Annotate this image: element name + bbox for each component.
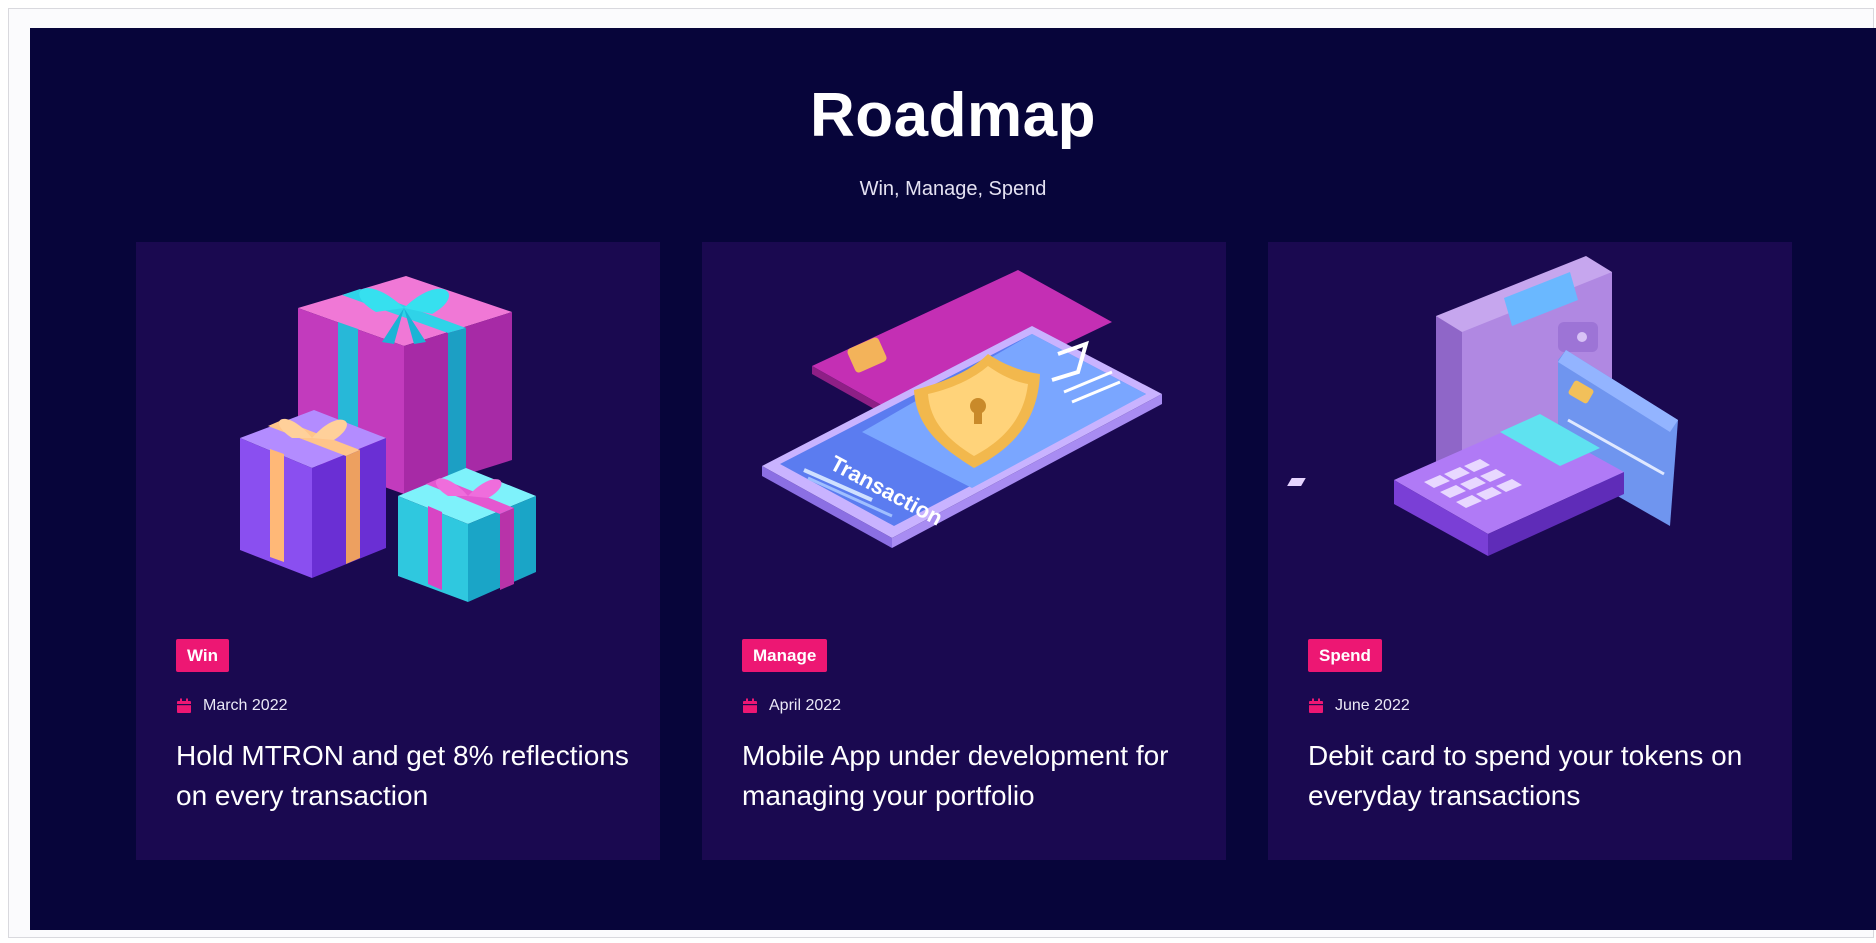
wallet-card-calculator-illustration bbox=[1268, 242, 1792, 632]
card-date-text: March 2022 bbox=[203, 697, 288, 714]
calendar-icon bbox=[742, 698, 758, 714]
roadmap-section: Roadmap Win, Manage, Spend Win March 202… bbox=[30, 28, 1876, 930]
card-date-text: April 2022 bbox=[769, 697, 842, 714]
card-badge-spend: Spend bbox=[1308, 639, 1382, 672]
roadmap-card-spend: Spend June 2022 Debit card to spend your… bbox=[1268, 242, 1792, 860]
card-date-text: June 2022 bbox=[1335, 697, 1410, 714]
roadmap-card-win: Win March 2022 Hold MTRON and get 8% ref… bbox=[136, 242, 660, 860]
card-date: June 2022 bbox=[1308, 697, 1410, 715]
card-description: Hold MTRON and get 8% reflections on eve… bbox=[176, 740, 629, 811]
roadmap-card-manage: Transaction Manage April 2022 Mobile App… bbox=[702, 242, 1226, 860]
card-description: Debit card to spend your tokens on every… bbox=[1308, 740, 1743, 811]
phone-transaction-illustration: Transaction bbox=[702, 242, 1226, 632]
calendar-icon bbox=[176, 698, 192, 714]
card-badge-manage: Manage bbox=[742, 639, 828, 672]
card-date: March 2022 bbox=[176, 697, 288, 715]
section-title: Roadmap bbox=[810, 81, 1096, 150]
gift-boxes-illustration bbox=[136, 242, 660, 632]
calendar-icon bbox=[1308, 698, 1324, 714]
card-badge-win: Win bbox=[176, 639, 230, 672]
section-subtitle: Win, Manage, Spend bbox=[859, 178, 1047, 200]
card-date: April 2022 bbox=[742, 697, 841, 715]
card-description: Mobile App under development for managin… bbox=[742, 740, 1169, 811]
